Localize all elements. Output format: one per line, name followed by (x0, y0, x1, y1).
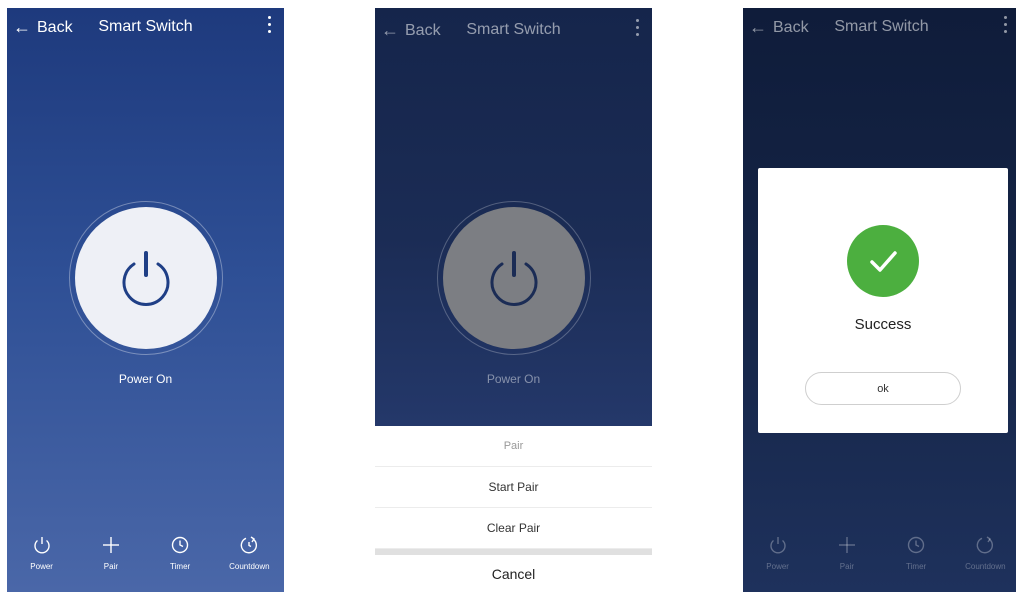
screen-pair-sheet: ← Back Smart Switch Power On Pair Start … (375, 8, 652, 592)
power-icon (33, 537, 50, 554)
pair-action-sheet: Pair Start Pair Clear Pair Cancel (375, 426, 652, 592)
nav-item-countdown[interactable]: Countdown (215, 528, 284, 592)
top-bar: ← Back Smart Switch (7, 8, 284, 48)
top-bar: ← Back Smart Switch (375, 11, 652, 51)
nav-item-timer[interactable]: Timer (146, 528, 215, 592)
page-title: Smart Switch (466, 21, 561, 38)
clock-icon (907, 536, 925, 554)
nav-item-power[interactable]: Power (7, 528, 76, 592)
top-bar: ← Back Smart Switch (743, 8, 1016, 48)
dialog-message: Success (854, 316, 912, 333)
nav-item-pair[interactable]: Pair (76, 528, 145, 592)
plus-icon (838, 537, 855, 553)
nav-item-timer[interactable]: Timer (882, 528, 951, 592)
power-icon (769, 537, 786, 554)
start-pair-button[interactable]: Start Pair (375, 467, 652, 508)
nav-item-pair[interactable]: Pair (812, 528, 881, 592)
countdown-icon (977, 536, 994, 554)
nav-label-countdown: Countdown (229, 562, 270, 571)
power-button (443, 207, 585, 349)
bottom-nav: Power Pair Timer Countdown (7, 528, 284, 592)
nav-item-power[interactable]: Power (743, 528, 812, 592)
nav-label-timer: Timer (170, 562, 191, 571)
power-status: Power On (118, 372, 173, 386)
nav-label-pair: Pair (103, 562, 118, 571)
page-title: Smart Switch (98, 18, 193, 35)
plus-icon (102, 537, 119, 553)
checkmark-icon (847, 225, 919, 297)
screen-main: ← Back Smart Switch Power On Power Pair … (7, 8, 284, 592)
ok-button[interactable]: ok (805, 372, 961, 405)
clear-pair-button[interactable]: Clear Pair (375, 508, 652, 549)
nav-label-countdown: Countdown (965, 562, 1006, 571)
sheet-title: Pair (375, 426, 652, 467)
countdown-icon (241, 536, 258, 554)
clock-icon (171, 536, 189, 554)
power-button[interactable] (75, 207, 217, 349)
more-vertical-icon[interactable] (1002, 16, 1008, 36)
dimmed-background[interactable]: ← Back Smart Switch Power On (375, 8, 652, 426)
bottom-nav: Power Pair Timer Countdown (743, 528, 1016, 592)
more-vertical-icon[interactable] (634, 19, 640, 39)
nav-label-pair: Pair (839, 562, 854, 571)
success-dialog: Success ok (758, 168, 1008, 433)
screen-success: ← Back Smart Switch Success ok Power Pai… (743, 8, 1016, 592)
more-vertical-icon[interactable] (266, 16, 272, 36)
power-status: Power On (486, 372, 541, 386)
nav-label-power: Power (30, 562, 53, 571)
nav-label-power: Power (766, 562, 789, 571)
cancel-button[interactable]: Cancel (375, 555, 652, 592)
power-icon (122, 251, 170, 306)
power-icon (490, 251, 538, 306)
nav-label-timer: Timer (906, 562, 927, 571)
page-title: Smart Switch (834, 18, 929, 35)
nav-item-countdown[interactable]: Countdown (951, 528, 1016, 592)
